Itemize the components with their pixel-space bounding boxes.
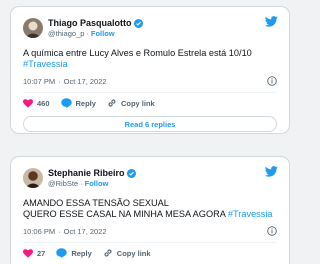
tweet-body: A química entre Lucy Alves e Romulo Estr… bbox=[23, 48, 252, 58]
tweet-header: Stephanie Ribeiro @RibSte · Follow bbox=[23, 166, 277, 190]
hashtag-link[interactable]: #Travessia bbox=[23, 59, 68, 69]
tweet-text: A química entre Lucy Alves e Romulo Estr… bbox=[23, 48, 277, 70]
tweet-date: Oct 17, 2022 bbox=[63, 77, 107, 86]
verified-badge-icon bbox=[133, 18, 143, 28]
tweet-card[interactable]: Thiago Pasqualotto @thiago_p · Follow A qu… bbox=[10, 6, 290, 134]
twitter-bird-icon[interactable] bbox=[265, 166, 278, 177]
tweet-timestamp[interactable]: 10:07 PM · Oct 17, 2022 bbox=[23, 76, 277, 87]
author-name[interactable]: Stephanie Ribeiro bbox=[48, 168, 125, 178]
tweet-date: Oct 17, 2022 bbox=[63, 227, 107, 236]
reply-label: Reply bbox=[71, 248, 92, 258]
tweet-card[interactable]: Stephanie Ribeiro @RibSte · Follow AMANDO … bbox=[10, 156, 290, 264]
copy-link-button[interactable]: Copy link bbox=[103, 248, 151, 258]
separator-dot: · bbox=[80, 178, 83, 188]
info-icon[interactable] bbox=[267, 76, 277, 86]
follow-button[interactable]: Follow bbox=[85, 179, 109, 188]
author-name[interactable]: Thiago Pasqualotto bbox=[48, 18, 132, 28]
author-handle[interactable]: @thiago_p bbox=[48, 29, 84, 38]
reply-icon bbox=[56, 248, 68, 258]
like-count: 27 bbox=[37, 248, 46, 258]
follow-button[interactable]: Follow bbox=[91, 29, 115, 38]
link-icon bbox=[104, 249, 112, 257]
tweet-timestamp[interactable]: 10:06 PM · Oct 17, 2022 bbox=[23, 226, 277, 237]
tweet-time: 10:06 PM bbox=[23, 227, 56, 236]
info-icon[interactable] bbox=[267, 226, 277, 236]
copy-link-label: Copy link bbox=[120, 98, 155, 108]
heart-icon bbox=[23, 98, 33, 108]
tweet-actions: 460 Reply Copy link bbox=[23, 93, 277, 113]
hashtag-link[interactable]: #Travessia bbox=[228, 209, 273, 219]
tweet-text: AMANDO ESSA TENSÃO SEXUAL QUERO ESSE CAS… bbox=[23, 198, 277, 220]
avatar[interactable] bbox=[23, 168, 43, 188]
reply-label: Reply bbox=[75, 98, 96, 108]
like-count: 460 bbox=[37, 98, 50, 108]
author-handle[interactable]: @RibSte bbox=[48, 179, 78, 188]
reply-icon bbox=[60, 98, 72, 108]
copy-link-label: Copy link bbox=[116, 248, 151, 258]
link-icon bbox=[108, 99, 116, 107]
tweet-header: Thiago Pasqualotto @thiago_p · Follow bbox=[23, 16, 277, 40]
tweet-time: 10:07 PM bbox=[23, 77, 56, 86]
like-button[interactable]: 460 bbox=[23, 99, 50, 108]
copy-link-button[interactable]: Copy link bbox=[107, 98, 155, 108]
separator-dot: · bbox=[58, 77, 61, 86]
tweet-actions: 27 Reply Copy link bbox=[23, 243, 277, 263]
separator-dot: · bbox=[58, 227, 61, 236]
read-replies-button[interactable]: Read 6 replies bbox=[23, 116, 277, 132]
avatar[interactable] bbox=[23, 18, 43, 38]
tweet-body: AMANDO ESSA TENSÃO SEXUAL QUERO ESSE CAS… bbox=[23, 198, 226, 219]
heart-icon bbox=[23, 248, 33, 258]
reply-button[interactable]: Reply bbox=[60, 98, 96, 108]
like-button[interactable]: 27 bbox=[23, 249, 45, 258]
verified-badge-icon bbox=[126, 168, 136, 178]
twitter-bird-icon[interactable] bbox=[265, 16, 278, 27]
reply-button[interactable]: Reply bbox=[56, 248, 92, 258]
separator-dot: · bbox=[86, 28, 89, 38]
